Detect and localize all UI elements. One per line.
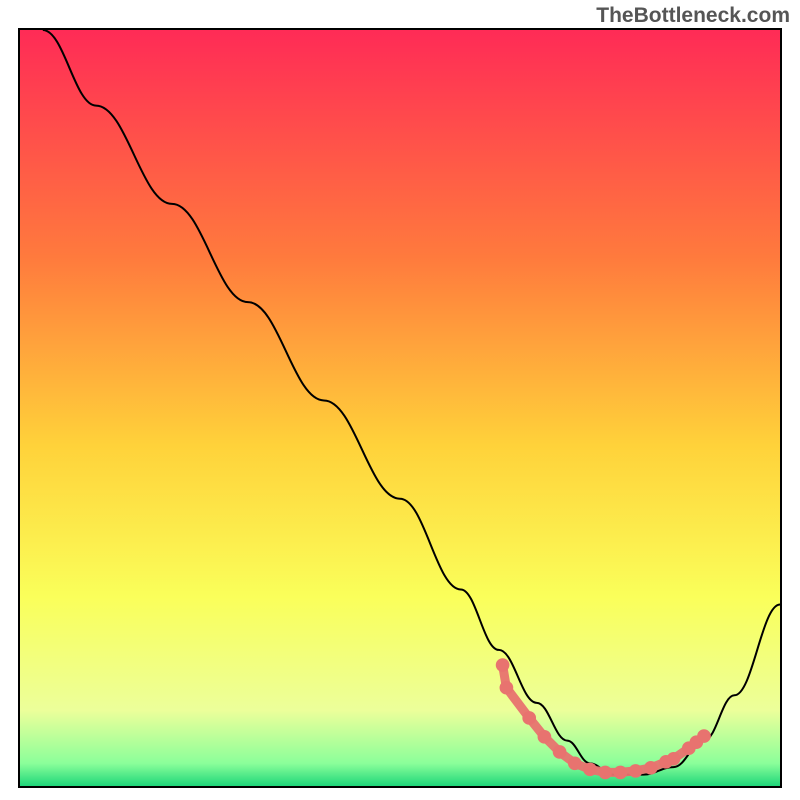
chart-container: TheBottleneck.com xyxy=(0,0,800,800)
highlight-points xyxy=(496,658,711,779)
watermark-text: TheBottleneck.com xyxy=(596,4,790,28)
chart-curve-layer xyxy=(20,30,780,786)
bottleneck-curve xyxy=(43,30,780,775)
chart-plot-area xyxy=(18,28,782,788)
